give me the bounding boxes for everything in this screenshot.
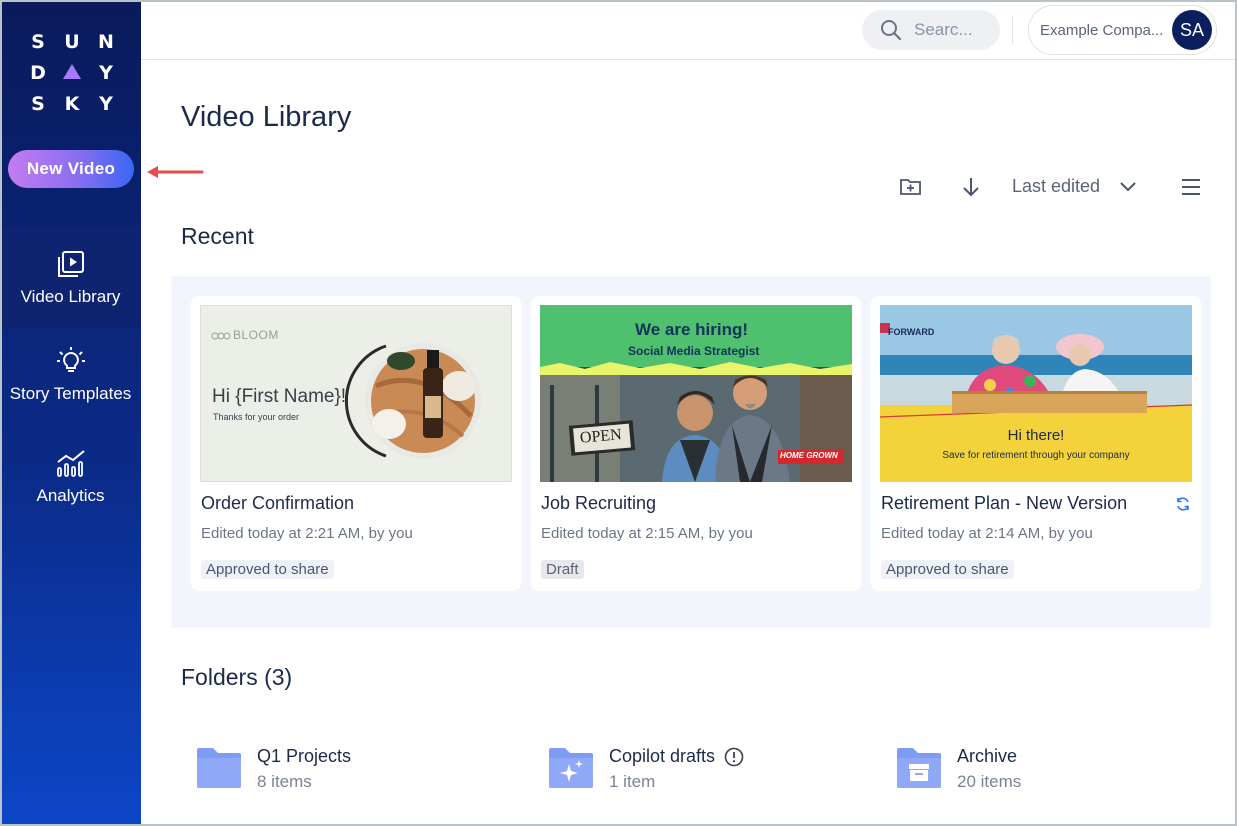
thumbnail-tag: HOME GROWN — [780, 451, 838, 460]
sidebar-item-video-library[interactable]: Video Library — [0, 228, 141, 328]
folder-name: Archive — [957, 746, 1018, 766]
card-title[interactable]: Order Confirmation — [201, 493, 354, 514]
chevron-down-icon[interactable] — [1118, 178, 1138, 196]
sidebar: S U N D Y S K Y New Video Video Library — [0, 0, 141, 826]
search-placeholder: Searc... — [914, 20, 973, 39]
logo-letter: Y — [99, 92, 113, 115]
folder-item[interactable]: Archive 20 items — [895, 746, 1021, 792]
archive-folder-icon — [897, 748, 941, 788]
logo-letter: S — [31, 92, 45, 115]
thumbnail-sign: OPEN — [579, 426, 623, 447]
recent-heading: Recent — [181, 223, 254, 249]
thumbnail-subtitle: Save for retirement through your company — [942, 450, 1130, 461]
sidebar-item-label: Story Templates — [9, 384, 132, 403]
thumbnail-subtitle: Thanks for your order — [213, 412, 300, 422]
sidebar-item-label: Video Library — [20, 287, 121, 306]
logo-letter: D — [30, 61, 46, 84]
video-card[interactable]: We are hiring! Social Media Strategist O… — [531, 296, 861, 591]
video-library-icon — [57, 251, 84, 277]
sort-select[interactable]: Last edited — [1012, 176, 1100, 197]
video-thumbnail[interactable]: We are hiring! Social Media Strategist O… — [540, 305, 852, 482]
company-name: Example Compa... — [1040, 21, 1164, 39]
account-menu[interactable]: Example Compa... SA — [1028, 5, 1217, 55]
thumbnail-headline: We are hiring! — [635, 320, 749, 339]
logo-triangle-icon — [62, 62, 82, 84]
thumbnail-brand: FORWARD — [888, 327, 935, 337]
copilot-folder-icon — [549, 748, 593, 788]
new-folder-icon[interactable] — [899, 175, 923, 199]
sidebar-item-analytics[interactable]: Analytics — [0, 448, 141, 506]
info-alert-icon[interactable] — [724, 747, 744, 767]
folder-count: 8 items — [257, 772, 312, 791]
logo-letter: K — [64, 92, 80, 115]
card-title[interactable]: Retirement Plan - New Version — [881, 493, 1127, 514]
folder-item[interactable]: Q1 Projects 8 items — [195, 746, 351, 792]
status-badge: Approved to share — [881, 560, 1014, 579]
thumbnail-headline: Hi {First Name}! — [212, 386, 347, 407]
sync-icon — [1177, 497, 1189, 511]
card-edited: Edited today at 2:21 AM, by you — [201, 525, 413, 542]
video-card[interactable]: BLOOM Hi {First Name}! Thanks for your o… — [191, 296, 521, 591]
folder-icon — [197, 748, 241, 788]
analytics-icon — [56, 450, 85, 477]
logo-letter: N — [98, 30, 114, 53]
folder-name-row: Copilot drafts — [609, 746, 744, 767]
lightbulb-icon — [56, 347, 85, 372]
thumbnail-brand: BLOOM — [233, 328, 279, 342]
new-video-button[interactable]: New Video — [8, 150, 134, 188]
folder-name: Q1 Projects — [257, 746, 352, 766]
sidebar-item-story-templates[interactable]: Story Templates — [0, 346, 141, 404]
thumbnail-subtitle: Social Media Strategist — [628, 344, 760, 358]
folder-count: 1 item — [609, 772, 656, 791]
video-thumbnail[interactable]: FORWARD Hi there! Save for retirement th… — [880, 305, 1192, 482]
folder-item[interactable]: Copilot drafts 1 item — [547, 746, 744, 792]
video-thumbnail[interactable]: BLOOM Hi {First Name}! Thanks for your o… — [200, 305, 512, 482]
folders-heading: Folders (3) — [181, 664, 293, 690]
sundaysky-logo[interactable]: S U N D Y S K Y — [28, 26, 116, 119]
card-edited: Edited today at 2:15 AM, by you — [541, 525, 753, 542]
card-edited: Edited today at 2:14 AM, by you — [881, 525, 1093, 542]
sidebar-item-label: Analytics — [36, 486, 105, 505]
list-view-icon[interactable] — [1179, 175, 1203, 199]
logo-letter: S — [31, 30, 45, 53]
logo-letter: Y — [99, 61, 113, 84]
thumbnail-headline: Hi there! — [1007, 427, 1065, 444]
video-card[interactable]: FORWARD Hi there! Save for retirement th… — [871, 296, 1201, 591]
status-badge: Approved to share — [201, 560, 334, 579]
folder-count: 20 items — [957, 772, 1022, 791]
sort-direction-icon[interactable] — [959, 175, 983, 199]
card-title[interactable]: Job Recruiting — [541, 493, 656, 514]
page-title: Video Library — [181, 101, 352, 133]
status-badge: Draft — [541, 560, 584, 579]
divider — [1012, 16, 1013, 44]
logo-letter: U — [64, 30, 80, 53]
search-icon — [881, 20, 902, 41]
pointer-arrow-icon — [147, 166, 204, 178]
search-input[interactable]: Searc... — [862, 10, 1000, 50]
avatar[interactable]: SA — [1172, 10, 1212, 50]
folder-name: Copilot drafts — [609, 746, 716, 766]
